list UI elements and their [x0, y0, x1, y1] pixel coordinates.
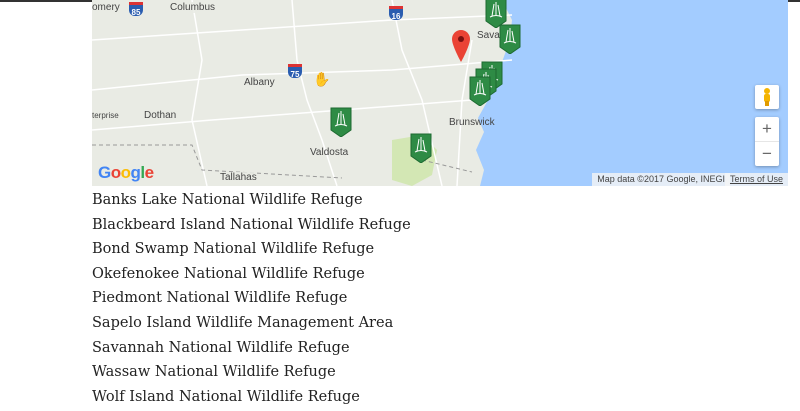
google-logo: Google	[98, 163, 154, 182]
list-item: Banks Lake National Wildlife Refuge	[92, 192, 363, 208]
city-label-montgomery: omery	[92, 2, 120, 13]
map[interactable]: omery Columbus Albany terprise Dothan Va…	[92, 0, 788, 186]
terms-of-use-link[interactable]: Terms of Use	[724, 173, 788, 186]
highway-shield-i85: 85	[129, 2, 143, 17]
refuge-marker-icon[interactable]	[499, 24, 521, 54]
city-label-dothan: Dothan	[144, 110, 177, 121]
city-label-valdosta: Valdosta	[310, 147, 349, 158]
list-item: Blackbeard Island National Wildlife Refu…	[92, 216, 411, 233]
highway-shield-i75: 75	[288, 64, 302, 79]
hand-cursor-icon: ✋	[313, 72, 331, 88]
refuge-marker-icon[interactable]	[469, 76, 491, 106]
city-label-enterprise: terprise	[92, 111, 119, 120]
zoom-out-button[interactable]: −	[755, 141, 779, 166]
list-item: Sapelo Island Wildlife Management Area	[92, 314, 394, 331]
list-item: Wolf Island National Wildlife Refuge	[92, 388, 360, 405]
map-base	[92, 0, 788, 186]
list-item: Wassaw National Wildlife Refuge	[92, 364, 336, 381]
city-label-tallahassee: Tallahas	[220, 172, 257, 183]
list-item: Okefenokee National Wildlife Refuge	[92, 265, 365, 282]
list-item: Piedmont National Wildlife Refuge	[92, 290, 348, 307]
street-view-pegman-button[interactable]	[755, 85, 779, 109]
pegman-icon	[764, 88, 770, 106]
refuge-list: Banks Lake National Wildlife Refuge Blac…	[92, 188, 411, 409]
city-label-savannah: Sava	[477, 30, 500, 41]
list-item: Savannah National Wildlife Refuge	[92, 339, 350, 356]
map-attribution: Map data ©2017 Google, INEGI	[592, 173, 730, 186]
list-item: Bond Swamp National Wildlife Refuge	[92, 241, 375, 258]
city-label-albany: Albany	[244, 77, 275, 88]
zoom-in-button[interactable]: +	[755, 117, 779, 141]
zoom-control: + −	[755, 117, 779, 166]
location-pin-icon[interactable]	[452, 30, 470, 62]
refuge-marker-icon[interactable]	[410, 133, 432, 163]
city-label-columbus: Columbus	[170, 2, 216, 13]
city-label-brunswick: Brunswick	[449, 117, 495, 128]
highway-shield-i16: 16	[389, 6, 403, 21]
refuge-marker-icon[interactable]	[330, 107, 352, 137]
